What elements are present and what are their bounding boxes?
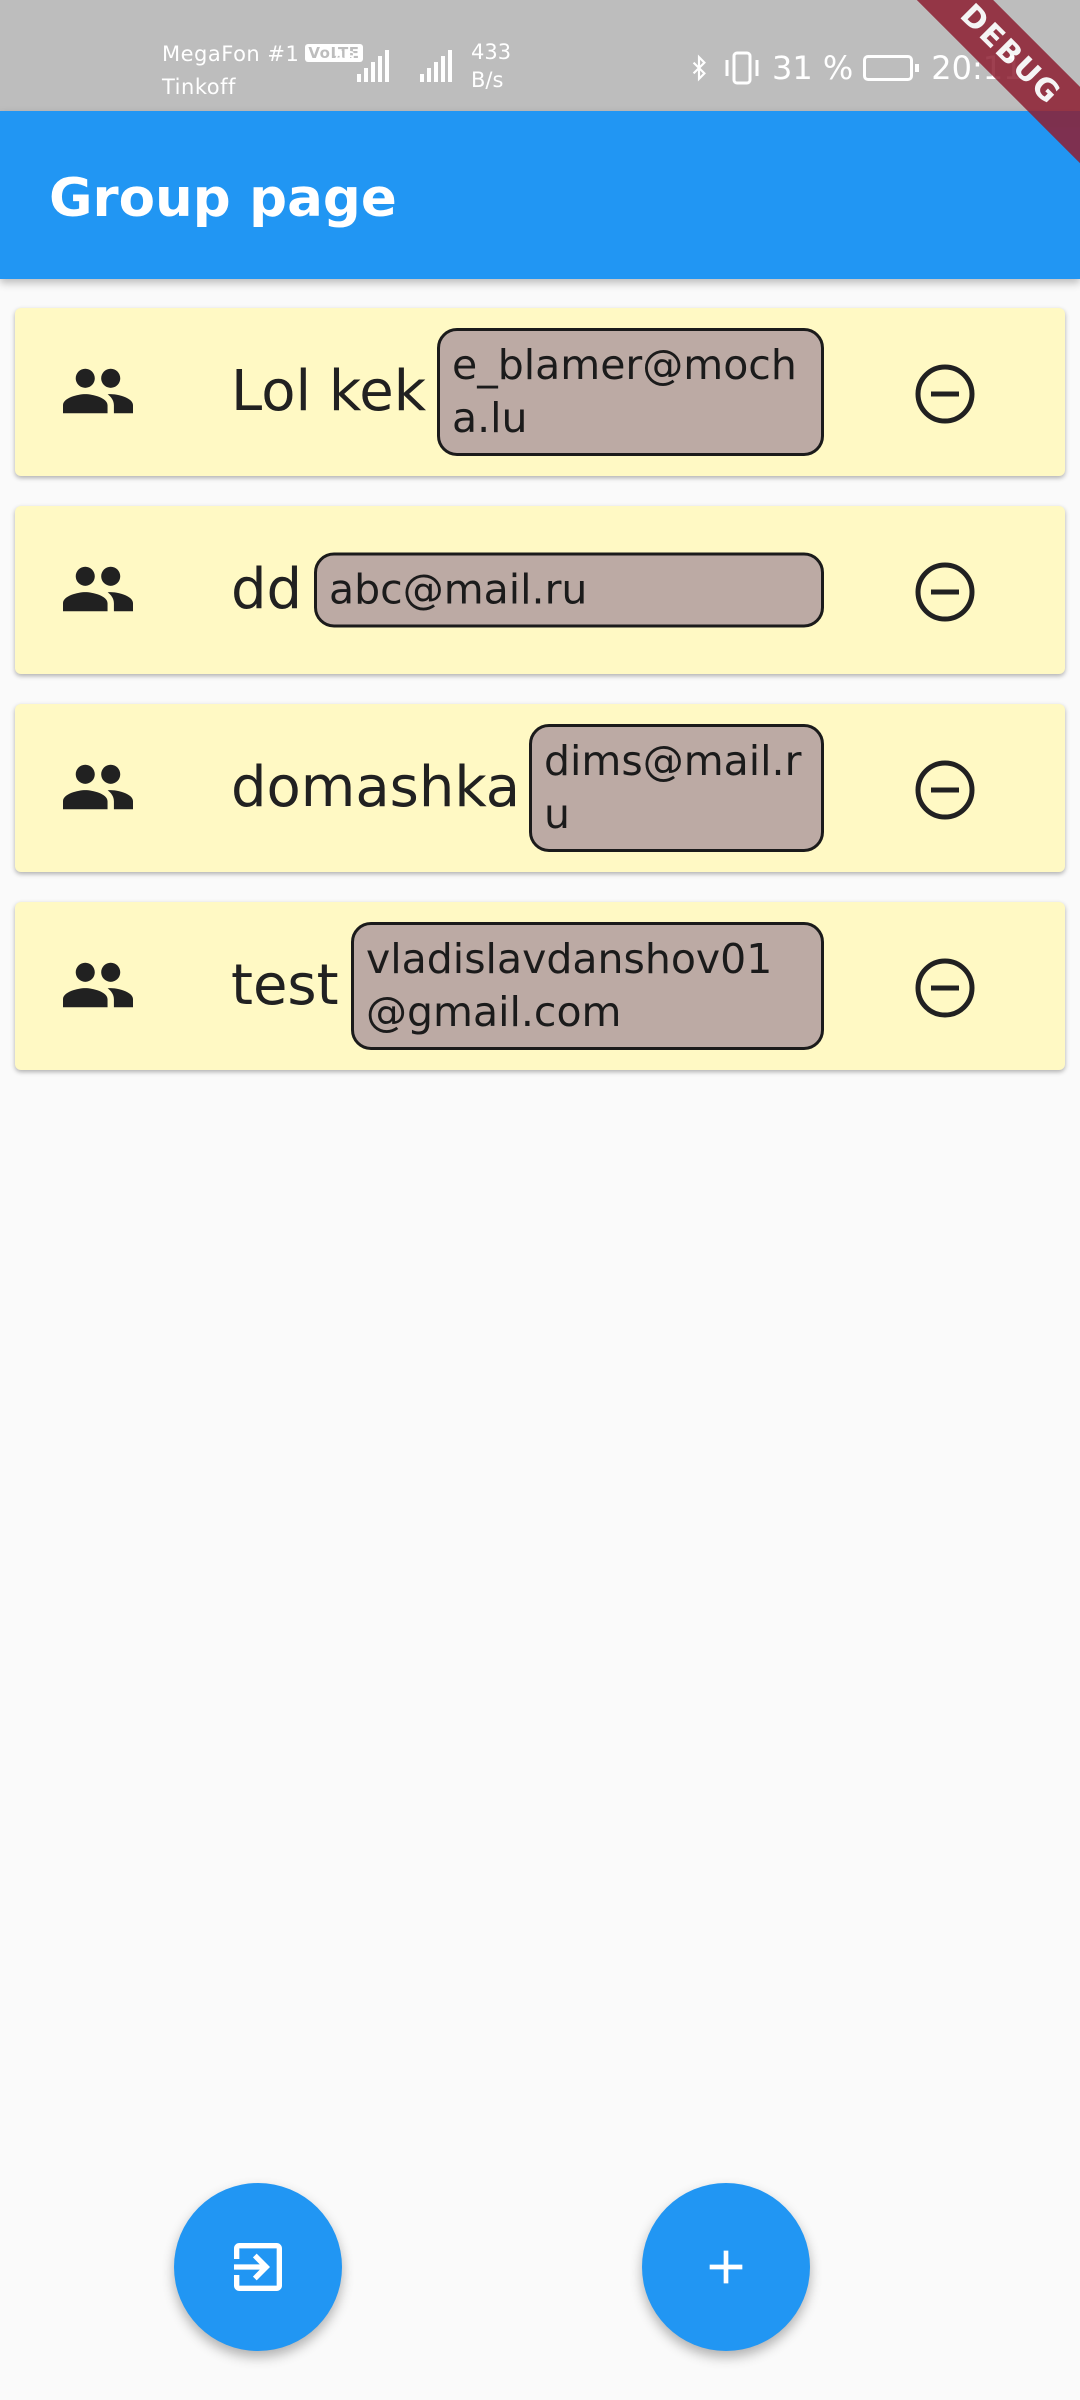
group-card[interactable]: Lol kek e_blamer@mocha.lu [15, 308, 1065, 476]
network-speed-value: 433 [471, 40, 512, 64]
exit-button[interactable] [174, 2183, 342, 2351]
group-name: test [231, 953, 339, 1018]
carrier-2: Tinkoff [162, 75, 236, 99]
carrier-1: MegaFon #1 [162, 42, 300, 66]
vibrate-icon [725, 51, 759, 85]
group-card[interactable]: test vladislavdanshov01@gmail.com [15, 902, 1065, 1070]
group-icon [63, 566, 133, 612]
app-bar: Group page [0, 111, 1080, 279]
remove-circle-outline-icon[interactable] [913, 362, 977, 426]
status-bar: MegaFon #1 VoLTE Tinkoff 4G 433 B/s 31 % … [0, 0, 1080, 111]
add-group-button[interactable] [642, 2183, 810, 2351]
group-icon [63, 962, 133, 1008]
network-type-label: 4G [335, 50, 355, 65]
group-email: dims@mail.ru [529, 724, 824, 852]
battery-icon [863, 55, 920, 81]
network-speed: 433 B/s [471, 38, 511, 94]
remove-circle-outline-icon[interactable] [913, 956, 977, 1020]
group-email: vladislavdanshov01@gmail.com [351, 922, 824, 1050]
group-email: e_blamer@mocha.lu [437, 328, 824, 456]
cell-signal-2-icon [420, 50, 452, 82]
group-list: Lol kek e_blamer@mocha.lu dd abc@mail.ru… [15, 308, 1065, 1100]
add-icon [709, 2250, 743, 2284]
battery-percent: 31 % [772, 49, 854, 87]
bluetooth-icon [692, 54, 706, 82]
exit-to-app-icon [234, 2243, 282, 2291]
cell-signal-icon: 4G [335, 50, 389, 82]
network-speed-unit: B/s [471, 68, 504, 92]
group-name: domashka [231, 755, 521, 820]
remove-circle-outline-icon[interactable] [913, 758, 977, 822]
group-card[interactable]: dd abc@mail.ru [15, 506, 1065, 674]
group-icon [63, 368, 133, 414]
group-icon [63, 764, 133, 810]
group-email: abc@mail.ru [314, 552, 824, 628]
carrier-info: MegaFon #1 VoLTE Tinkoff [162, 38, 363, 104]
group-card[interactable]: domashka dims@mail.ru [15, 704, 1065, 872]
page-title: Group page [49, 168, 397, 229]
group-name: dd [231, 557, 303, 622]
group-name: Lol kek [231, 359, 427, 424]
remove-circle-outline-icon[interactable] [913, 560, 977, 624]
